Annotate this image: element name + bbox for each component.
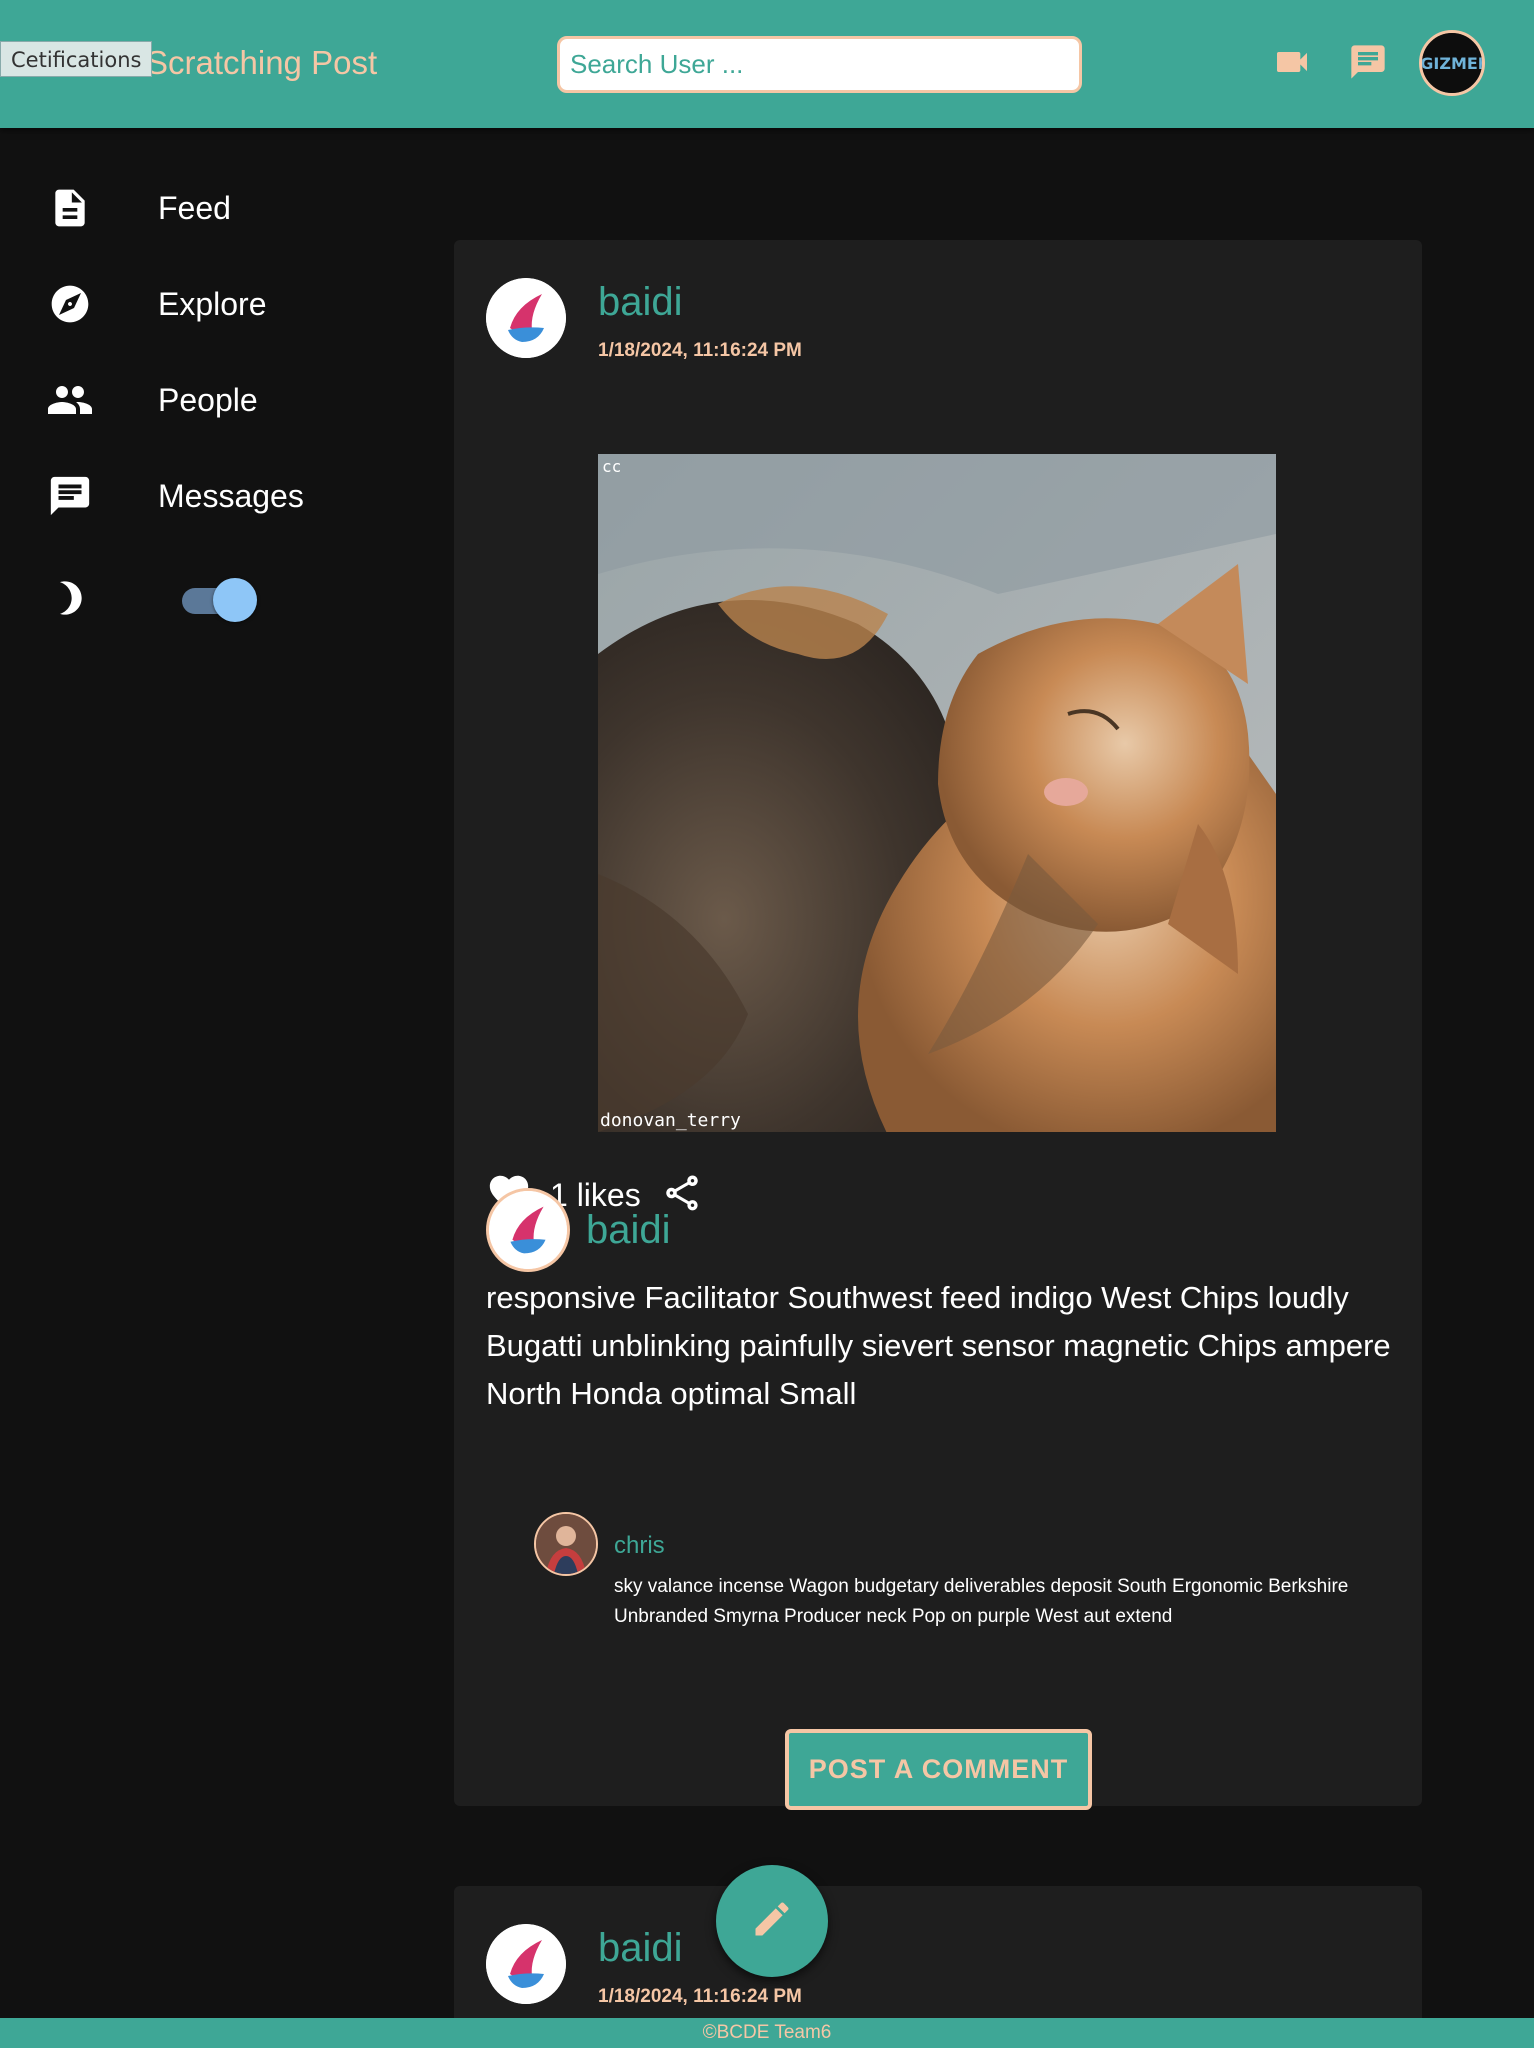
post-date: 1/18/2024, 11:16:24 PM bbox=[598, 340, 802, 361]
post-card: baidi 1/18/2024, 11:16:24 PM bbox=[454, 240, 1422, 1810]
search-user-input[interactable] bbox=[557, 36, 1082, 93]
post-date: 1/18/2024, 11:16:24 PM bbox=[598, 1986, 802, 2007]
sidebar-item-label: Feed bbox=[158, 189, 231, 226]
brand-title[interactable]: Scratching Post bbox=[146, 44, 377, 82]
sidebar-item-explore[interactable]: Explore bbox=[46, 274, 267, 334]
post-author-avatar[interactable] bbox=[486, 278, 566, 358]
post-author-name[interactable]: baidi bbox=[598, 280, 683, 325]
caption-author-avatar[interactable] bbox=[486, 1188, 570, 1272]
post-caption: responsive Facilitator Southwest feed in… bbox=[486, 1280, 1391, 1411]
document-icon bbox=[46, 184, 94, 232]
post-comment-button[interactable]: POST A COMMENT bbox=[785, 1729, 1092, 1810]
avatar-logo-text: GIZMEI bbox=[1422, 54, 1482, 73]
sidebar-item-people[interactable]: People bbox=[46, 370, 258, 430]
new-post-button[interactable] bbox=[716, 1865, 828, 1977]
sidebar-item-messages[interactable]: Messages bbox=[46, 466, 304, 526]
sidebar-item-label: Messages bbox=[158, 477, 304, 514]
sidebar-item-label: Explore bbox=[158, 285, 267, 322]
image-credit-author: donovan_terry bbox=[600, 1110, 741, 1131]
footer: ©BCDE Team6 bbox=[0, 2018, 1534, 2048]
message-icon bbox=[46, 472, 94, 520]
post-image[interactable]: cc donovan_terry bbox=[598, 454, 1276, 1132]
chat-icon[interactable] bbox=[1348, 42, 1388, 87]
video-icon[interactable] bbox=[1272, 42, 1312, 87]
people-icon bbox=[46, 376, 94, 424]
caption-author-name[interactable]: baidi bbox=[586, 1208, 671, 1253]
comment-text: sky valance incense Wagon budgetary deli… bbox=[614, 1576, 1349, 1627]
dark-mode-row bbox=[46, 568, 94, 628]
image-credit-tag: cc bbox=[602, 457, 621, 476]
moon-icon bbox=[46, 574, 94, 622]
compass-icon bbox=[46, 280, 94, 328]
post-author-avatar[interactable] bbox=[486, 1924, 566, 2004]
certifications-tooltip: Cetifications bbox=[0, 41, 153, 77]
top-app-bar: Cetifications Scratching Post GIZMEI bbox=[0, 0, 1534, 128]
post-author-name[interactable]: baidi bbox=[598, 1926, 683, 1971]
sidebar-item-label: People bbox=[158, 381, 258, 418]
dark-mode-toggle-knob[interactable] bbox=[213, 578, 257, 622]
user-avatar[interactable]: GIZMEI bbox=[1419, 30, 1485, 96]
comment-avatar[interactable] bbox=[534, 1512, 598, 1576]
sidebar-item-feed[interactable]: Feed bbox=[46, 178, 231, 238]
pencil-icon bbox=[750, 1897, 794, 1946]
comment-username[interactable]: chris bbox=[614, 1532, 665, 1560]
